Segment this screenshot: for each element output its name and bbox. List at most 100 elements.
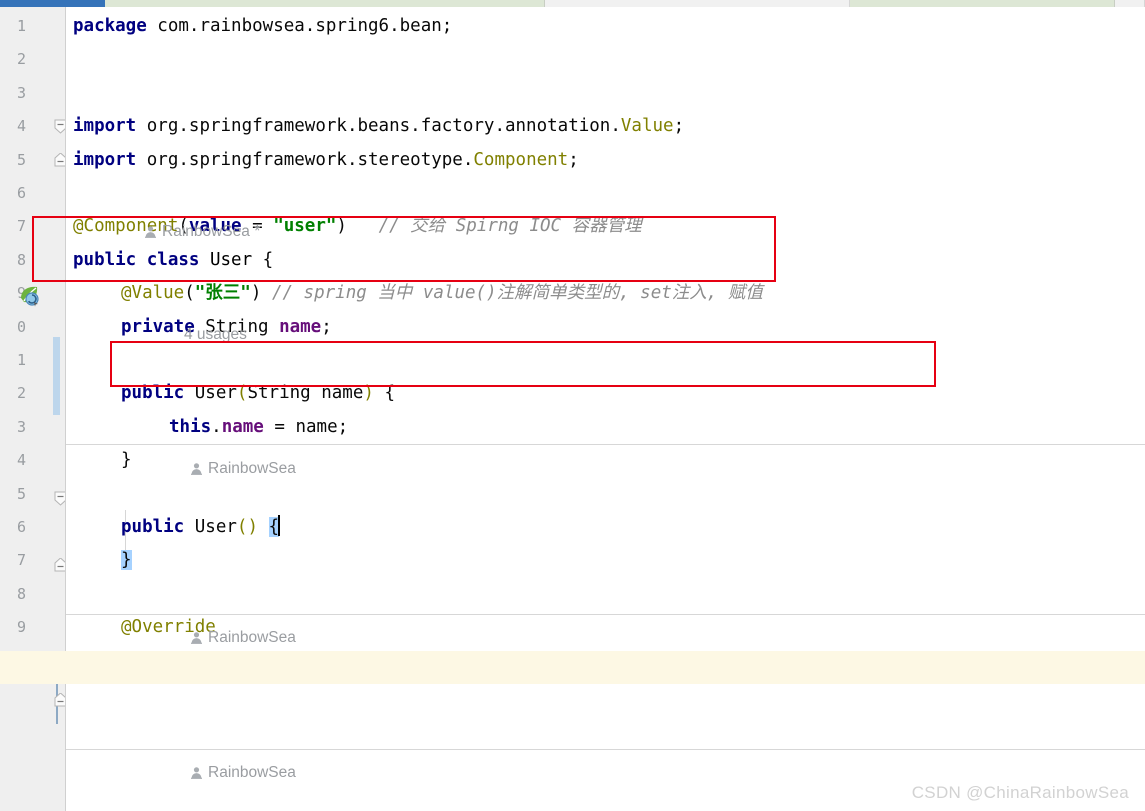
- line-number: 8: [0, 244, 26, 277]
- code-line[interactable]: [66, 344, 73, 377]
- line-number: 5: [0, 478, 26, 511]
- person-icon: [190, 629, 208, 646]
- code-token-plain: {: [263, 250, 274, 270]
- vcs-change-marker-modified[interactable]: [53, 337, 60, 415]
- code-token-plain: String name: [247, 383, 363, 403]
- line-number: 3: [0, 411, 26, 444]
- person-icon: [190, 460, 208, 477]
- inlay-hint-label: 4 usages: [184, 326, 247, 343]
- code-line[interactable]: [66, 77, 73, 110]
- inlay-hint[interactable]: RainbowSea: [190, 456, 296, 482]
- code-token-anno: @Value: [121, 283, 184, 303]
- code-token-fld: name: [222, 417, 264, 437]
- active-tab-indicator[interactable]: [0, 0, 105, 7]
- code-token-plain: = name;: [264, 417, 348, 437]
- person-icon: [190, 764, 208, 781]
- code-line[interactable]: import org.springframework.beans.factory…: [66, 110, 684, 143]
- code-token-anno: (: [237, 383, 248, 403]
- code-line[interactable]: [66, 177, 73, 210]
- code-token-plain: {: [374, 383, 395, 403]
- line-number: 1: [0, 344, 26, 377]
- code-line[interactable]: public class User {: [66, 244, 273, 277]
- code-token-plain: ;: [321, 317, 332, 337]
- code-token-plain: (: [184, 283, 195, 303]
- code-token-sel: }: [121, 550, 132, 570]
- line-number: 9: [0, 611, 26, 644]
- code-token-str: "user": [273, 216, 336, 236]
- line-number: 8: [0, 578, 26, 611]
- code-token-str: "张三": [195, 283, 251, 303]
- code-line[interactable]: public User() {: [66, 511, 280, 544]
- code-token-plain: com.rainbowsea.spring6.bean;: [157, 16, 452, 36]
- line-number: 2: [0, 43, 26, 76]
- ide-editor-window: 1234567890123456789: [0, 0, 1145, 811]
- code-token-anno: (): [237, 517, 258, 537]
- method-separator: [66, 614, 1145, 615]
- code-token-plain: ): [251, 283, 262, 303]
- line-number: 7: [0, 210, 26, 243]
- code-token-anno: Value: [621, 116, 674, 136]
- inlay-hint-label: RainbowSea: [208, 764, 296, 781]
- code-token-kw: public: [121, 517, 195, 537]
- inlay-hint[interactable]: RainbowSea: [190, 760, 296, 786]
- caret-line-highlight: [66, 651, 1145, 684]
- code-token-kw: this: [169, 417, 211, 437]
- line-number: 1: [0, 10, 26, 43]
- code-line[interactable]: [66, 43, 73, 76]
- code-line[interactable]: }: [66, 444, 132, 477]
- code-token-plain: org.springframework.beans.factory.annota…: [147, 116, 621, 136]
- tab-3[interactable]: [545, 0, 850, 7]
- code-token-plain: [258, 517, 269, 537]
- line-number: 4: [0, 110, 26, 143]
- inlay-hint[interactable]: RainbowSea: [190, 625, 296, 651]
- tab-4[interactable]: [850, 0, 1115, 7]
- person-icon: [144, 223, 162, 240]
- editor-gutter[interactable]: 1234567890123456789: [0, 7, 66, 811]
- tab-2[interactable]: [105, 0, 545, 7]
- code-line[interactable]: package com.rainbowsea.spring6.bean;: [66, 10, 452, 43]
- method-separator: [66, 749, 1145, 750]
- code-editor-area[interactable]: package com.rainbowsea.spring6.bean; impo…: [66, 7, 1145, 811]
- code-token-kw: import: [73, 116, 147, 136]
- line-number: 5: [0, 144, 26, 177]
- inlay-hint-label: RainbowSea *: [162, 223, 260, 240]
- line-number: 0: [0, 311, 26, 344]
- code-line[interactable]: }: [66, 544, 132, 577]
- code-token-plain: }: [121, 450, 132, 470]
- csdn-watermark: CSDN @ChinaRainbowSea: [912, 783, 1129, 803]
- code-line[interactable]: @Value("张三") // spring 当中 value()注解简单类型的…: [66, 277, 763, 310]
- line-number: 3: [0, 77, 26, 110]
- code-token-kw: import: [73, 150, 147, 170]
- line-number: 4: [0, 444, 26, 477]
- inlay-hint[interactable]: 4 usages: [184, 322, 247, 348]
- inlay-hint-label: RainbowSea: [208, 629, 296, 646]
- inlay-hint[interactable]: RainbowSea *: [144, 219, 260, 245]
- code-line[interactable]: this.name = name;: [66, 411, 348, 444]
- code-token-plain: [347, 216, 379, 236]
- code-token-kw: public: [121, 383, 195, 403]
- code-line[interactable]: [66, 478, 73, 511]
- code-token-plain: [261, 283, 272, 303]
- inlay-hint-label: RainbowSea: [208, 460, 296, 477]
- code-token-anno: Component: [473, 150, 568, 170]
- line-number: 6: [0, 511, 26, 544]
- code-line[interactable]: public User(String name) {: [66, 377, 395, 410]
- code-token-cls: User: [210, 250, 263, 270]
- code-line[interactable]: import org.springframework.stereotype.Co…: [66, 144, 579, 177]
- code-token-plain: ): [336, 216, 347, 236]
- text-caret: [278, 515, 280, 536]
- code-token-plain: org.springframework.stereotype.: [147, 150, 474, 170]
- code-token-plain: ;: [568, 150, 579, 170]
- spring-bean-gutter-icon[interactable]: [18, 284, 42, 308]
- code-token-plain: User: [195, 517, 237, 537]
- code-token-kw: public: [73, 250, 147, 270]
- code-token-cmt: // spring 当中 value()注解简单类型的, set注入, 赋值: [272, 283, 763, 303]
- code-token-plain: .: [211, 417, 222, 437]
- tab-5[interactable]: [1115, 0, 1145, 7]
- code-token-plain: User: [195, 383, 237, 403]
- caret-line-gutter-highlight: [0, 651, 66, 684]
- code-token-kw: package: [73, 16, 157, 36]
- editor-tab-strip[interactable]: [0, 0, 1145, 7]
- code-token-plain: ;: [674, 116, 685, 136]
- code-line[interactable]: [66, 578, 73, 611]
